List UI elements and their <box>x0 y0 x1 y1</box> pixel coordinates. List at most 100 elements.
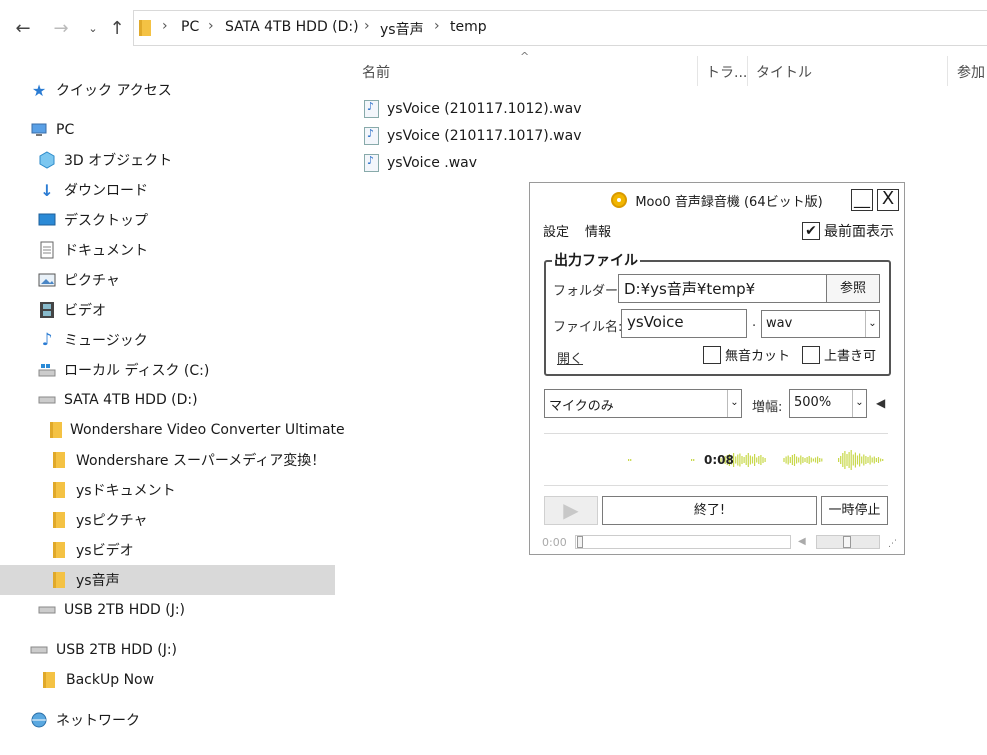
always-on-top-option[interactable]: ✔ 最前面表示 <box>802 221 894 241</box>
silence-cut-label: 無音カット <box>725 349 791 364</box>
overwrite-checkbox[interactable] <box>802 345 820 364</box>
nav-folder-ys-pictures[interactable]: ysピクチャ <box>50 505 335 535</box>
nav-3d-objects[interactable]: 3D オブジェクト <box>38 145 333 175</box>
menu-settings[interactable]: 設定 <box>543 221 569 240</box>
chevron-down-icon: ⌄ <box>865 311 879 337</box>
menu-info[interactable]: 情報 <box>585 221 611 240</box>
waveform-bar <box>789 457 791 463</box>
nav-usb-drive-j-root[interactable]: USB 2TB HDD (J:) <box>30 635 330 665</box>
silence-cut-option[interactable]: 無音カット <box>703 345 790 364</box>
nav-folder-ys-audio[interactable]: ys音声 <box>0 565 335 595</box>
gain-select[interactable]: 500% ⌄ <box>789 389 867 418</box>
cube-icon <box>38 151 56 169</box>
windows-drive-icon <box>38 361 56 379</box>
open-folder-link[interactable]: 開く <box>557 348 583 367</box>
folder-path-field[interactable]: D:¥ys音声¥temp¥ <box>618 274 827 303</box>
volume-slider[interactable] <box>816 535 880 549</box>
audio-source-select[interactable]: マイクのみ ⌄ <box>544 389 742 418</box>
resize-grip-icon[interactable]: ⋰ <box>888 539 897 549</box>
nav-local-disk-c[interactable]: ローカル ディスク (C:) <box>38 355 333 385</box>
nav-network[interactable]: ネットワーク <box>30 705 330 735</box>
waveform-bar <box>817 456 819 464</box>
extension-value: wav <box>766 316 793 331</box>
gain-value: 500% <box>794 395 832 410</box>
breadcrumb-drive[interactable]: SATA 4TB HDD (D:) <box>225 19 359 35</box>
waveform-bar <box>808 456 810 464</box>
file-row[interactable]: ysVoice (210117.1012).wav <box>364 97 582 121</box>
nav-videos[interactable]: ビデオ <box>38 295 333 325</box>
column-header-contributing[interactable]: 参加 <box>957 62 985 82</box>
desktop-icon <box>38 211 56 229</box>
drive-icon <box>38 601 56 619</box>
waveform-bar <box>783 458 785 462</box>
filename-field[interactable]: ysVoice <box>621 309 747 338</box>
nav-pc[interactable]: PC <box>30 115 330 145</box>
waveform-bar <box>628 459 630 461</box>
breadcrumb-pc[interactable]: PC <box>181 19 199 35</box>
disc-icon <box>611 192 628 208</box>
forward-arrow-icon[interactable]: → <box>50 18 72 40</box>
column-divider[interactable] <box>947 56 948 86</box>
nav-folder-wondershare-vcu[interactable]: Wondershare Video Converter Ultimate <box>50 415 345 445</box>
star-icon: ★ <box>31 80 47 100</box>
nav-label: ysビデオ <box>76 543 134 559</box>
nav-folder-wondershare-super[interactable]: Wondershare スーパーメディア変換！ <box>50 445 335 475</box>
nav-desktop[interactable]: デスクトップ <box>38 205 333 235</box>
nav-documents[interactable]: ドキュメント <box>38 235 333 265</box>
waveform-bar <box>867 457 869 463</box>
nav-music[interactable]: ♪ ミュージック <box>38 325 333 355</box>
nav-quick-access[interactable]: ★ クイック アクセス <box>30 75 330 105</box>
waveform-bar <box>749 455 751 465</box>
file-row[interactable]: ysVoice .wav <box>364 151 477 175</box>
extension-select[interactable]: wav ⌄ <box>761 310 880 338</box>
breadcrumb-folder[interactable]: ys音声 <box>380 19 424 39</box>
nav-folder-backup-now[interactable]: BackUp Now <box>40 665 335 695</box>
column-header-name[interactable]: 名前 <box>362 62 390 82</box>
breadcrumb-current[interactable]: temp <box>450 19 487 35</box>
minimize-button[interactable]: __ <box>851 189 873 211</box>
nav-downloads[interactable]: ↓ ダウンロード <box>38 175 333 205</box>
seek-bar[interactable] <box>575 535 791 549</box>
pause-button[interactable]: 一時停止 <box>821 496 888 525</box>
extension-dot: . <box>752 315 757 330</box>
nav-usb-drive-j[interactable]: USB 2TB HDD (J:) <box>38 595 333 625</box>
column-divider[interactable] <box>697 56 698 86</box>
column-divider[interactable] <box>747 56 748 86</box>
nav-label: ドキュメント <box>64 243 148 259</box>
output-file-group-title: 出力ファイル <box>552 250 640 270</box>
play-icon[interactable]: ▶ <box>544 496 598 525</box>
folder-icon <box>50 421 62 439</box>
stop-button[interactable]: 終了! <box>602 496 817 525</box>
column-header-track[interactable]: トラ... <box>706 62 747 82</box>
nav-label: ビデオ <box>64 303 106 319</box>
column-header-title[interactable]: タイトル <box>756 62 812 82</box>
recorder-dialog: Moo0 音声録音機 (64ビット版) __ X 設定 情報 ✔ 最前面表示 出… <box>529 182 905 555</box>
recent-chevron-down-icon[interactable]: ⌄ <box>82 18 104 40</box>
silence-cut-checkbox[interactable] <box>703 345 721 364</box>
nav-folder-ys-videos[interactable]: ysビデオ <box>50 535 335 565</box>
overwrite-label: 上書き可 <box>824 349 877 364</box>
browse-button[interactable]: 参照 <box>826 274 880 303</box>
seek-handle[interactable] <box>577 536 583 548</box>
nav-folder-ys-documents[interactable]: ysドキュメント <box>50 475 335 505</box>
file-row[interactable]: ysVoice (210117.1017).wav <box>364 124 582 148</box>
music-note-icon: ♪ <box>41 330 53 350</box>
dialog-title-bar[interactable]: Moo0 音声録音機 (64ビット版) <box>530 183 904 217</box>
nav-label: ysピクチャ <box>76 513 148 529</box>
nav-pictures[interactable]: ピクチャ <box>38 265 333 295</box>
chevron-down-icon: ⌄ <box>727 390 741 417</box>
film-icon <box>38 301 56 319</box>
nav-label: ys音声 <box>76 573 120 589</box>
waveform-bar <box>848 452 850 468</box>
back-arrow-icon[interactable]: ← <box>12 18 34 40</box>
close-button[interactable]: X <box>877 189 899 211</box>
always-on-top-checkbox[interactable]: ✔ <box>802 222 820 240</box>
nav-sata-drive-d[interactable]: SATA 4TB HDD (D:) <box>38 385 333 415</box>
waveform-bar <box>861 456 863 464</box>
overwrite-option[interactable]: 上書き可 <box>802 345 876 364</box>
up-arrow-icon[interactable]: ↑ <box>106 18 128 40</box>
chevron-right-icon: › <box>208 18 214 34</box>
nav-label: 3D オブジェクト <box>64 153 173 169</box>
volume-handle[interactable] <box>843 536 851 548</box>
folder-icon <box>50 511 68 529</box>
